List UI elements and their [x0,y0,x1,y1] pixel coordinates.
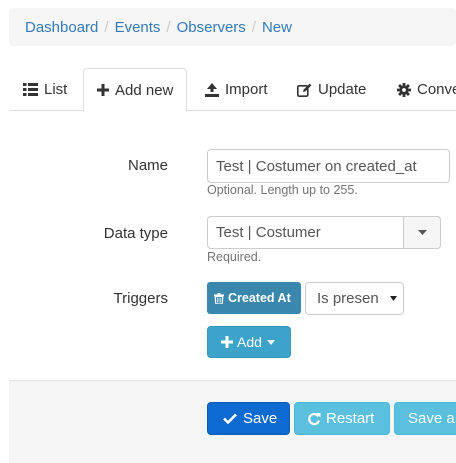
tab-label: Conve [417,81,456,98]
name-input-value: Test | Costumer on created_at [216,157,417,175]
save-and-button-label: Save a [408,410,455,427]
tab-add-new[interactable]: Add new [83,68,188,112]
tab-label: Add new [115,81,174,99]
tab-label: Import [225,81,268,98]
edit-icon [297,83,312,97]
data-type-label: Data type [103,225,168,242]
save-button[interactable]: Save [207,402,290,435]
data-type-dropdown-button[interactable] [403,216,441,249]
caret-down-icon [390,296,397,301]
tab-import[interactable]: Import [205,68,268,111]
save-button-label: Save [243,410,278,427]
import-icon [205,82,219,97]
breadcrumb-new[interactable]: New [262,19,292,36]
trigger-chip-label: Created At [228,291,291,305]
breadcrumb-events[interactable]: Events [115,19,161,36]
trigger-condition-value: Is presen [317,290,379,307]
cog-icon [397,82,411,97]
data-type-help: Required. [207,250,262,264]
list-icon [23,83,38,96]
plus-icon [221,336,233,348]
tab-bar: List Add new Import Update Conve [9,68,456,112]
add-trigger-label: Add [237,334,262,350]
restart-button[interactable]: Restart [294,402,390,435]
trash-icon [214,292,224,304]
add-trigger-button[interactable]: Add [207,326,291,358]
triggers-label: Triggers [113,290,168,307]
tab-convert[interactable]: Conve [397,68,456,111]
check-icon [223,413,237,424]
plus-icon [97,84,109,96]
breadcrumb-observers[interactable]: Observers [177,19,246,36]
breadcrumb-separator: / [166,18,171,36]
save-and-button[interactable]: Save a [394,402,456,435]
breadcrumb: Dashboard / Events / Observers / New [9,8,456,46]
data-type-select[interactable]: Test | Costumer [207,216,441,249]
caret-down-icon [266,339,275,345]
tab-list[interactable]: List [23,68,67,111]
name-label: Name [127,157,168,174]
trigger-chip[interactable]: Created At [207,282,301,314]
tab-label: Update [318,81,367,98]
data-type-value: Test | Costumer [216,224,321,241]
tab-update[interactable]: Update [297,68,366,111]
breadcrumb-separator: / [251,18,256,36]
restart-button-label: Restart [326,410,375,427]
tab-label: List [44,81,68,98]
refresh-icon [308,412,321,425]
breadcrumb-dashboard[interactable]: Dashboard [25,19,98,36]
caret-down-icon [417,230,427,235]
name-help: Optional. Length up to 255. [207,183,358,197]
trigger-condition-select[interactable]: Is presen [305,282,404,315]
breadcrumb-separator: / [104,18,109,36]
name-input[interactable]: Test | Costumer on created_at [207,149,450,183]
